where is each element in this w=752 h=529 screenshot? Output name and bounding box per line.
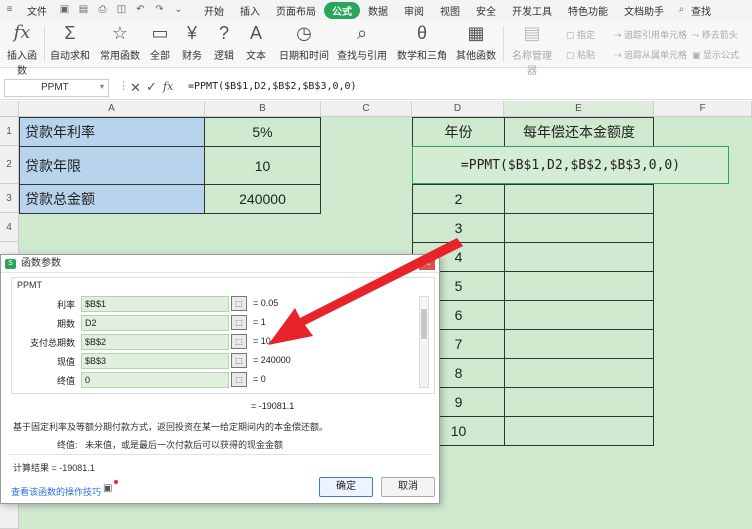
annotation-arrow xyxy=(268,238,463,345)
annotation-arrow-shape xyxy=(268,238,463,345)
